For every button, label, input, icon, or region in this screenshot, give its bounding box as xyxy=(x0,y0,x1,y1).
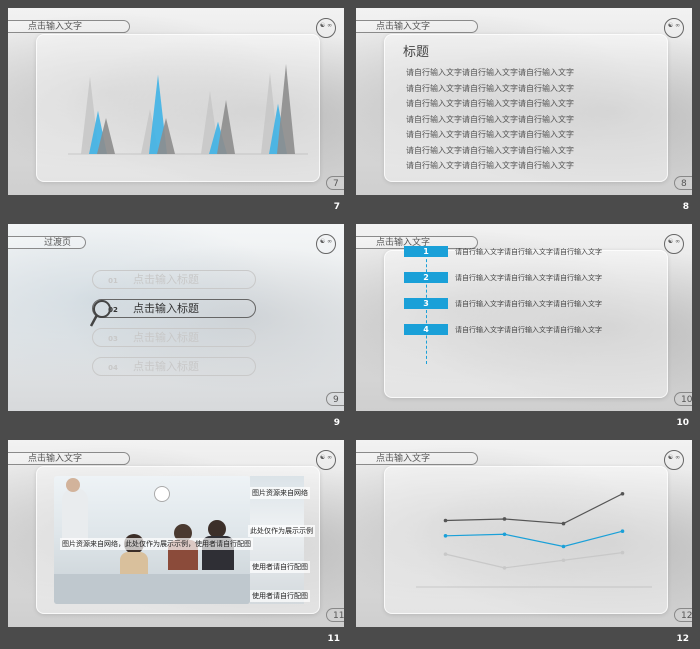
panel-title: 标题 xyxy=(403,45,430,60)
data-point xyxy=(443,533,448,538)
toc-item-title: 点击输入标题 xyxy=(133,360,199,373)
paragraph-line: 请自行输入文字请自行输入文字请自行输入文字 xyxy=(406,114,574,124)
page-number-label: 11 xyxy=(326,608,344,622)
slide-12-thumbnail[interactable]: 点击输入文字 ☯ ∞ 12 xyxy=(356,440,692,627)
data-point xyxy=(502,532,507,537)
triangle-bar-chart xyxy=(68,64,308,155)
slide-number: 11 xyxy=(327,634,340,644)
step-text: 请自行输入文字请自行输入文字请自行输入文字 xyxy=(455,274,602,282)
slide-10-thumbnail[interactable]: 点击输入文字 ☯ ∞ 1 请自行输入文字请自行输入文字请自行输入文字 2 请自行输入文… xyxy=(356,224,692,411)
data-point xyxy=(443,552,448,556)
image-caption: 此处仅作为展示示例 xyxy=(248,525,315,537)
magnifier-icon xyxy=(90,300,111,327)
logo-badge-icon: ☯ ∞ xyxy=(664,18,684,38)
step-number-badge: 1 xyxy=(404,246,448,257)
logo-badge-icon: ☯ ∞ xyxy=(316,450,336,470)
toc-item[interactable]: 02 点击输入标题 xyxy=(92,299,256,318)
step-number-badge: 2 xyxy=(404,272,448,283)
paragraph-line: 请自行输入文字请自行输入文字请自行输入文字 xyxy=(406,99,574,108)
toc-item[interactable]: 04 点击输入标题 xyxy=(92,357,256,376)
page-number-label: 9 xyxy=(326,392,344,406)
paragraph: 请自行输入文字请自行输入文字请自行输入文字 请自行输入文字请自行输入文字请自行输入… xyxy=(406,65,574,174)
logo-badge-icon: ☯ ∞ xyxy=(316,234,336,254)
step-number-badge: 4 xyxy=(404,324,448,335)
slide-number: 7 xyxy=(333,202,340,212)
slide-header: 点击输入文字 xyxy=(356,20,478,33)
data-point xyxy=(620,550,625,555)
toc-item-number: 04 xyxy=(108,364,118,372)
toc-item-number: 03 xyxy=(108,335,118,343)
step-number-badge: 3 xyxy=(404,298,448,309)
slide-number: 10 xyxy=(676,418,689,428)
data-point xyxy=(502,517,507,521)
data-point xyxy=(620,491,625,496)
triangle-bar xyxy=(217,100,235,154)
slide-number: 9 xyxy=(333,418,340,428)
line-chart xyxy=(416,491,652,588)
paragraph-line: 请自行输入文字请自行输入文字请自行输入文字 xyxy=(406,161,574,170)
paragraph-line: 请自行输入文字请自行输入文字请自行输入文字 xyxy=(406,145,574,155)
paragraph-line: 请自行输入文字请自行输入文字请自行输入文字 xyxy=(406,130,574,139)
toc-item-number: 01 xyxy=(108,277,118,285)
data-point xyxy=(443,518,448,523)
slide-7-thumbnail[interactable]: 点击输入文字 ☯ ∞ 7 xyxy=(8,8,344,195)
step-text: 请自行输入文字请自行输入文字请自行输入文字 xyxy=(455,326,602,334)
data-point xyxy=(561,544,566,549)
series-line xyxy=(445,530,623,548)
series-line xyxy=(445,552,623,569)
page-number-label: 12 xyxy=(674,608,692,622)
page-number-label: 8 xyxy=(674,176,692,190)
paragraph-line: 请自行输入文字请自行输入文字请自行输入文字 xyxy=(406,68,574,77)
slide-number: 8 xyxy=(682,202,689,212)
page-number-label: 10 xyxy=(674,392,692,406)
toc-item[interactable]: 03 点击输入标题 xyxy=(92,328,256,347)
paragraph-line: 请自行输入文字请自行输入文字请自行输入文字 xyxy=(406,83,574,93)
slide-number: 12 xyxy=(676,634,689,644)
triangle-bar xyxy=(277,64,295,154)
data-point xyxy=(561,558,566,563)
image-caption: 使用者请自行配图 xyxy=(250,590,310,602)
slide-8-thumbnail[interactable]: 点击输入文字 ☯ ∞ 标题 请自行输入文字请自行输入文字请自行输入文字 请自行输入… xyxy=(356,8,692,195)
slide-9-thumbnail[interactable]: 过渡页 ☯ ∞ 01 点击输入标题 02 点击输入标题 03 点击输入标题 04 点击输入标题… xyxy=(8,224,344,411)
step-text: 请自行输入文字请自行输入文字请自行输入文字 xyxy=(455,300,602,308)
data-point xyxy=(620,529,625,534)
slide-header: 过渡页 xyxy=(8,236,86,249)
toc-item-title: 点击输入标题 xyxy=(133,273,199,286)
image-caption: 使用者请自行配图 xyxy=(250,561,310,573)
series-line xyxy=(445,493,623,525)
page-number-label: 7 xyxy=(326,176,344,190)
data-point xyxy=(502,566,507,570)
image-caption: 图片资源来自网络 xyxy=(250,487,310,499)
step-text: 请自行输入文字请自行输入文字请自行输入文字 xyxy=(455,248,602,256)
slide-header: 点击输入文字 xyxy=(8,452,130,465)
toc-item-title: 点击输入标题 xyxy=(133,331,199,344)
slide-11-thumbnail[interactable]: 点击输入文字 ☯ ∞ 图片资源来自网络 此处仅作为展示示例 使用者请自行配图 使用者请… xyxy=(8,440,344,627)
toc-item[interactable]: 01 点击输入标题 xyxy=(92,270,256,289)
logo-badge-icon: ☯ ∞ xyxy=(664,234,684,254)
toc-item-title: 点击输入标题 xyxy=(133,302,199,315)
image-caption: 图片资源来自网络，此处仅作为展示示例，使用者请自行配图 xyxy=(60,538,253,550)
data-point xyxy=(561,521,566,526)
steps-connector xyxy=(426,254,427,364)
